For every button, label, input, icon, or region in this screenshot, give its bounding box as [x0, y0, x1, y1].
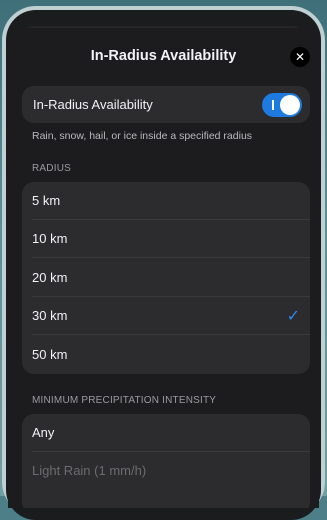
- intensity-option-any[interactable]: Any: [22, 414, 310, 452]
- radius-option-label: 50 km: [32, 347, 68, 362]
- toggle-footnote: Rain, snow, hail, or ice inside a specif…: [32, 130, 253, 142]
- radius-option-10km[interactable]: 10 km: [22, 220, 310, 258]
- intensity-section-header: MINIMUM PRECIPITATION INTENSITY: [32, 395, 217, 406]
- close-icon: ✕: [294, 50, 306, 64]
- radius-option-5km[interactable]: 5 km: [22, 182, 310, 220]
- radius-option-30km[interactable]: 30 km ✓: [22, 297, 310, 335]
- close-button[interactable]: ✕: [290, 47, 310, 67]
- radius-option-label: 5 km: [32, 193, 61, 208]
- row-divider: [32, 334, 310, 335]
- row-divider: [32, 257, 310, 258]
- radius-option-label: 30 km: [32, 308, 68, 323]
- radius-option-50km[interactable]: 50 km: [22, 336, 310, 374]
- radius-section-header: RADIUS: [32, 163, 71, 174]
- intensity-options-list: Any Light Rain (1 mm/h): [22, 414, 310, 508]
- toggle-knob: [280, 95, 300, 115]
- radius-option-20km[interactable]: 20 km: [22, 259, 310, 297]
- radius-option-label: 10 km: [32, 231, 68, 246]
- intensity-option-light-rain[interactable]: Light Rain (1 mm/h): [22, 452, 310, 490]
- toggle-label: In-Radius Availability: [33, 97, 153, 112]
- availability-toggle[interactable]: [262, 93, 302, 117]
- intensity-option-label: Light Rain (1 mm/h): [32, 463, 147, 478]
- intensity-option-label: Any: [32, 425, 55, 440]
- toggle-on-indicator: [272, 100, 274, 110]
- radius-option-label: 20 km: [32, 270, 68, 285]
- in-radius-availability-sheet: In-Radius Availability ✕ In-Radius Avail…: [8, 28, 319, 508]
- availability-toggle-row: In-Radius Availability: [22, 86, 310, 123]
- sheet-title: In-Radius Availability: [90, 48, 237, 64]
- radius-options-list: 5 km 10 km 20 km 30 km ✓ 50 km: [22, 182, 310, 374]
- checkmark-icon: ✓: [286, 308, 300, 325]
